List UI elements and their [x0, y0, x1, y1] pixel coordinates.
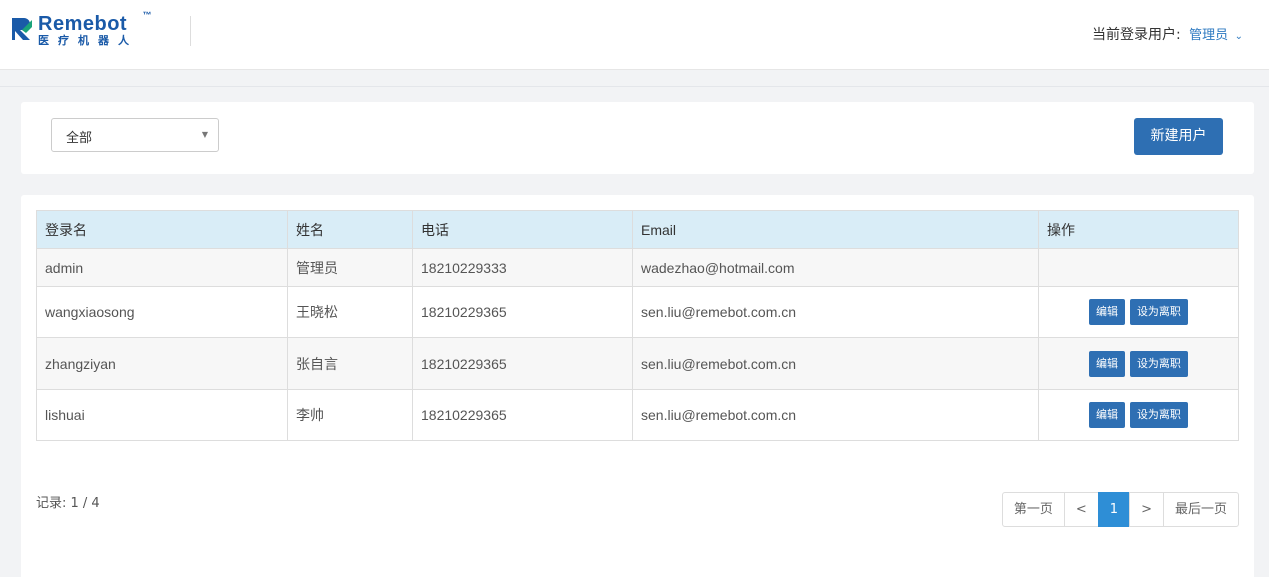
prev-page-button[interactable]: < — [1063, 492, 1099, 527]
logo-subtitle: 医疗机器人 — [38, 34, 138, 47]
status-filter-select[interactable]: 全部 ▼ — [51, 118, 219, 152]
cell-login: zhangziyan — [36, 337, 288, 390]
subheader-divider — [0, 86, 1269, 87]
status-filter-value: 全部 — [66, 131, 93, 146]
filter-panel: 全部 ▼ 新建用户 — [21, 102, 1254, 174]
cell-actions: 编辑 设为离职 — [1038, 286, 1239, 338]
edit-button[interactable]: 编辑 — [1089, 299, 1126, 325]
new-user-button[interactable]: 新建用户 — [1134, 118, 1223, 155]
caret-down-icon: ▼ — [201, 130, 208, 139]
cell-email: sen.liu@remebot.com.cn — [632, 286, 1039, 338]
set-resigned-button[interactable]: 设为离职 — [1129, 350, 1188, 377]
cell-name: 王晓松 — [287, 286, 413, 338]
cell-email: sen.liu@remebot.com.cn — [632, 389, 1039, 441]
logo-brand-text: Remebot ™ — [38, 10, 152, 35]
current-user-menu[interactable]: 当前登录用户: 管理员 ⌄ — [1092, 24, 1243, 44]
last-page-button[interactable]: 最后一页 — [1162, 492, 1239, 527]
table-header-row: 登录名 姓名 电话 Email 操作 — [36, 210, 1239, 249]
cell-phone: 18210229365 — [412, 389, 633, 441]
first-page-button[interactable]: 第一页 — [1001, 492, 1065, 527]
pagination: 第一页 < 1 > 最后一页 — [1001, 492, 1239, 527]
remebot-logo-mark-icon — [12, 18, 32, 40]
cell-email: sen.liu@remebot.com.cn — [632, 337, 1039, 390]
page-1-button[interactable]: 1 — [1097, 492, 1131, 527]
set-resigned-button[interactable]: 设为离职 — [1129, 299, 1188, 325]
chevron-down-icon[interactable]: ⌄ — [1235, 31, 1243, 42]
column-header-login: 登录名 — [36, 210, 288, 249]
cell-login: lishuai — [36, 389, 288, 441]
cell-login: wangxiaosong — [36, 286, 288, 338]
next-page-button[interactable]: > — [1129, 492, 1164, 527]
edit-button[interactable]: 编辑 — [1089, 350, 1126, 377]
column-header-actions: 操作 — [1038, 210, 1239, 249]
column-header-name: 姓名 — [287, 210, 413, 249]
cell-phone: 18210229365 — [412, 337, 633, 390]
edit-button[interactable]: 编辑 — [1089, 402, 1126, 428]
column-header-phone: 电话 — [412, 210, 633, 249]
table-row: lishuai 李帅 18210229365 sen.liu@remebot.c… — [36, 389, 1239, 441]
set-resigned-button[interactable]: 设为离职 — [1129, 402, 1188, 428]
table-row: wangxiaosong 王晓松 18210229365 sen.liu@rem… — [36, 286, 1239, 338]
table-row: zhangziyan 张自言 18210229365 sen.liu@remeb… — [36, 337, 1239, 390]
cell-login: admin — [36, 248, 288, 287]
cell-actions: 编辑 设为离职 — [1038, 337, 1239, 390]
users-table: 登录名 姓名 电话 Email 操作 admin 管理员 18210229333… — [36, 210, 1239, 441]
cell-actions — [1038, 248, 1239, 287]
cell-name: 李帅 — [287, 389, 413, 441]
current-user-label: 当前登录用户: — [1091, 27, 1181, 43]
record-count: 记录: 1 / 4 — [36, 496, 100, 511]
remebot-logo: Remebot ™ 医疗机器人 — [10, 10, 152, 48]
cell-name: 张自言 — [287, 337, 413, 390]
cell-phone: 18210229365 — [412, 286, 633, 338]
cell-phone: 18210229333 — [412, 248, 633, 287]
cell-email: wadezhao@hotmail.com — [632, 248, 1039, 287]
top-header: Remebot ™ 医疗机器人 当前登录用户: 管理员 ⌄ — [0, 0, 1269, 70]
cell-actions: 编辑 设为离职 — [1038, 389, 1239, 441]
header-divider — [190, 16, 191, 46]
current-user-name[interactable]: 管理员 — [1189, 28, 1228, 43]
table-row: admin 管理员 18210229333 wadezhao@hotmail.c… — [36, 248, 1239, 287]
cell-name: 管理员 — [287, 248, 413, 287]
column-header-email: Email — [632, 210, 1039, 249]
users-table-panel: 登录名 姓名 电话 Email 操作 admin 管理员 18210229333… — [21, 195, 1254, 577]
